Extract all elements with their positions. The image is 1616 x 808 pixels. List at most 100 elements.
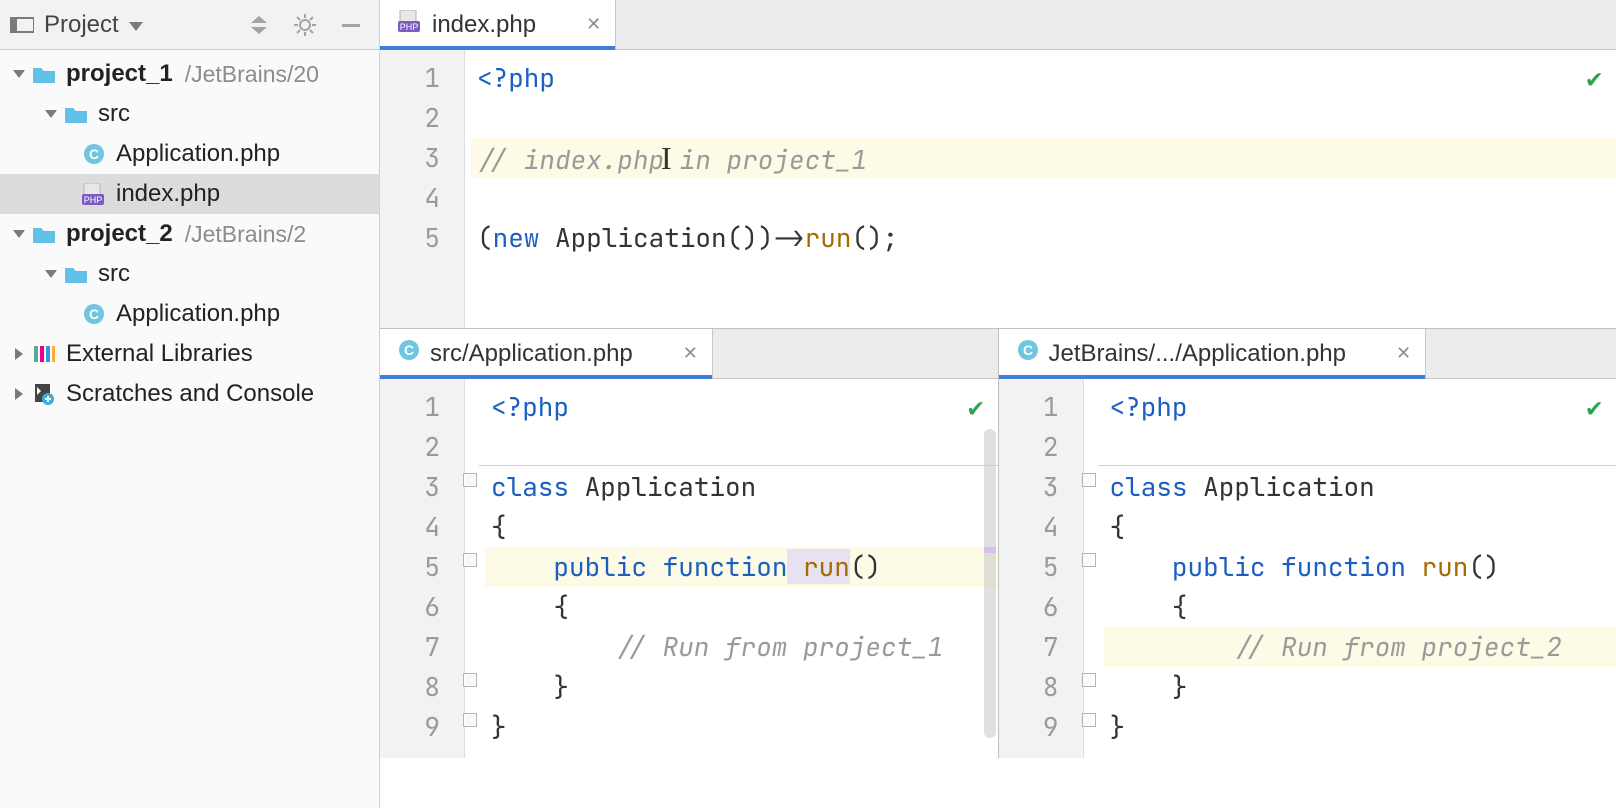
- close-icon[interactable]: ✕: [1396, 343, 1411, 364]
- class-icon: C: [80, 143, 108, 165]
- code-token: run: [805, 220, 852, 255]
- line-number[interactable]: 5: [380, 547, 464, 587]
- code-token: Application: [1188, 469, 1375, 504]
- line-number[interactable]: 1: [380, 58, 464, 98]
- line-number[interactable]: 6: [380, 587, 464, 627]
- inspection-ok-icon[interactable]: ✔: [968, 389, 984, 424]
- tree-node[interactable]: src: [0, 254, 379, 294]
- svg-text:PHP: PHP: [400, 22, 419, 32]
- fold-toggle-icon[interactable]: [1082, 673, 1096, 687]
- line-number[interactable]: 3: [380, 138, 464, 178]
- code-token: Application())->: [539, 220, 804, 255]
- line-number[interactable]: 8: [380, 667, 464, 707]
- folder-icon: [62, 264, 90, 284]
- select-opened-file-button[interactable]: [245, 11, 273, 39]
- line-number[interactable]: 2: [380, 427, 464, 467]
- tree-node[interactable]: Scratches and Console: [0, 374, 379, 414]
- project-header: Project: [0, 0, 379, 50]
- editor-index-php[interactable]: 12345 <?php // index.php in project_1I (…: [380, 50, 1616, 328]
- editor-application-right[interactable]: 123456789 <?php class Application { p: [999, 379, 1616, 758]
- line-number[interactable]: 5: [999, 547, 1083, 587]
- gutter[interactable]: 123456789: [380, 379, 465, 758]
- fold-column[interactable]: [465, 379, 479, 758]
- tab-application-right[interactable]: C JetBrains/.../Application.php ✕: [999, 329, 1427, 378]
- gutter[interactable]: 123456789: [999, 379, 1084, 758]
- fold-toggle-icon[interactable]: [463, 473, 477, 487]
- tab-label: JetBrains/.../Application.php: [1049, 340, 1347, 368]
- chevron-down-icon[interactable]: [10, 67, 28, 81]
- tree-node-label: project_1: [66, 60, 173, 88]
- code-token: public: [1110, 549, 1266, 584]
- tab-index-php[interactable]: PHP index.php ✕: [380, 0, 616, 49]
- fold-toggle-icon[interactable]: [463, 713, 477, 727]
- tree-node[interactable]: CApplication.php: [0, 134, 379, 174]
- line-number[interactable]: 7: [999, 627, 1083, 667]
- project-view-selector[interactable]: Project: [10, 11, 241, 39]
- editor-area: PHP index.php ✕ 12345 <?php // index.php…: [380, 0, 1616, 808]
- fold-toggle-icon[interactable]: [463, 553, 477, 567]
- class-file-icon: C: [1017, 339, 1039, 368]
- gutter[interactable]: 12345: [380, 50, 465, 328]
- line-number[interactable]: 4: [999, 507, 1083, 547]
- close-icon[interactable]: ✕: [586, 14, 601, 35]
- chevron-down-icon[interactable]: [10, 227, 28, 241]
- tree-node[interactable]: External Libraries: [0, 334, 379, 374]
- fold-toggle-icon[interactable]: [1082, 713, 1096, 727]
- code-area[interactable]: <?php // index.php in project_1I (new Ap…: [465, 50, 1616, 328]
- tree-node[interactable]: project_1/JetBrains/20: [0, 54, 379, 94]
- code-area[interactable]: <?php class Application { public functio…: [479, 379, 998, 758]
- code-token: run: [1406, 549, 1468, 584]
- fold-toggle-icon[interactable]: [1082, 553, 1096, 567]
- fold-toggle-icon[interactable]: [1082, 473, 1096, 487]
- chevron-down-icon[interactable]: [42, 107, 60, 121]
- line-number[interactable]: 6: [999, 587, 1083, 627]
- line-number[interactable]: 2: [380, 98, 464, 138]
- code-token: <?php: [491, 389, 569, 424]
- code-token: }: [1110, 709, 1126, 744]
- chevron-right-icon[interactable]: [10, 347, 28, 361]
- line-number[interactable]: 4: [380, 178, 464, 218]
- line-number[interactable]: 7: [380, 627, 464, 667]
- usage-marker[interactable]: [984, 547, 996, 553]
- line-number[interactable]: 3: [999, 467, 1083, 507]
- inspection-ok-icon[interactable]: ✔: [1586, 60, 1602, 95]
- line-number[interactable]: 9: [999, 707, 1083, 747]
- code-token: public: [491, 549, 647, 584]
- class-icon: C: [80, 303, 108, 325]
- fold-toggle-icon[interactable]: [463, 673, 477, 687]
- editor-tabs-right: C JetBrains/.../Application.php ✕: [999, 329, 1616, 379]
- fold-column[interactable]: [1084, 379, 1098, 758]
- close-icon[interactable]: ✕: [683, 343, 698, 364]
- tab-bar-empty: [713, 329, 998, 378]
- line-number[interactable]: 5: [380, 218, 464, 258]
- inspection-ok-icon[interactable]: ✔: [1586, 389, 1602, 424]
- line-number[interactable]: 4: [380, 507, 464, 547]
- chevron-down-icon[interactable]: [42, 267, 60, 281]
- tab-application-left[interactable]: C src/Application.php ✕: [380, 329, 713, 378]
- code-token: (): [850, 549, 881, 584]
- tree-node[interactable]: PHPindex.php: [0, 174, 379, 214]
- line-number[interactable]: 1: [999, 387, 1083, 427]
- line-number[interactable]: 2: [999, 427, 1083, 467]
- project-tree[interactable]: project_1/JetBrains/20srcCApplication.ph…: [0, 50, 379, 414]
- tab-bar-empty: [616, 0, 1616, 49]
- tree-node-label: src: [98, 260, 130, 288]
- code-token: Application: [569, 469, 756, 504]
- code-token: run: [787, 549, 849, 584]
- folder-icon: [30, 224, 58, 244]
- tree-node[interactable]: src: [0, 94, 379, 134]
- editor-pane-left: C src/Application.php ✕ 123456789: [380, 329, 998, 758]
- code-token: {: [1110, 589, 1188, 624]
- tree-node[interactable]: project_2/JetBrains/2: [0, 214, 379, 254]
- chevron-right-icon[interactable]: [10, 387, 28, 401]
- tree-node[interactable]: CApplication.php: [0, 294, 379, 334]
- line-number[interactable]: 1: [380, 387, 464, 427]
- editor-application-left[interactable]: 123456789 <?php class Application { p: [380, 379, 998, 758]
- code-area[interactable]: <?php class Application { public functio…: [1098, 379, 1616, 758]
- line-number[interactable]: 9: [380, 707, 464, 747]
- marker-bar[interactable]: [982, 429, 998, 758]
- settings-gear-icon[interactable]: [291, 11, 319, 39]
- hide-button[interactable]: [337, 11, 365, 39]
- line-number[interactable]: 3: [380, 467, 464, 507]
- line-number[interactable]: 8: [999, 667, 1083, 707]
